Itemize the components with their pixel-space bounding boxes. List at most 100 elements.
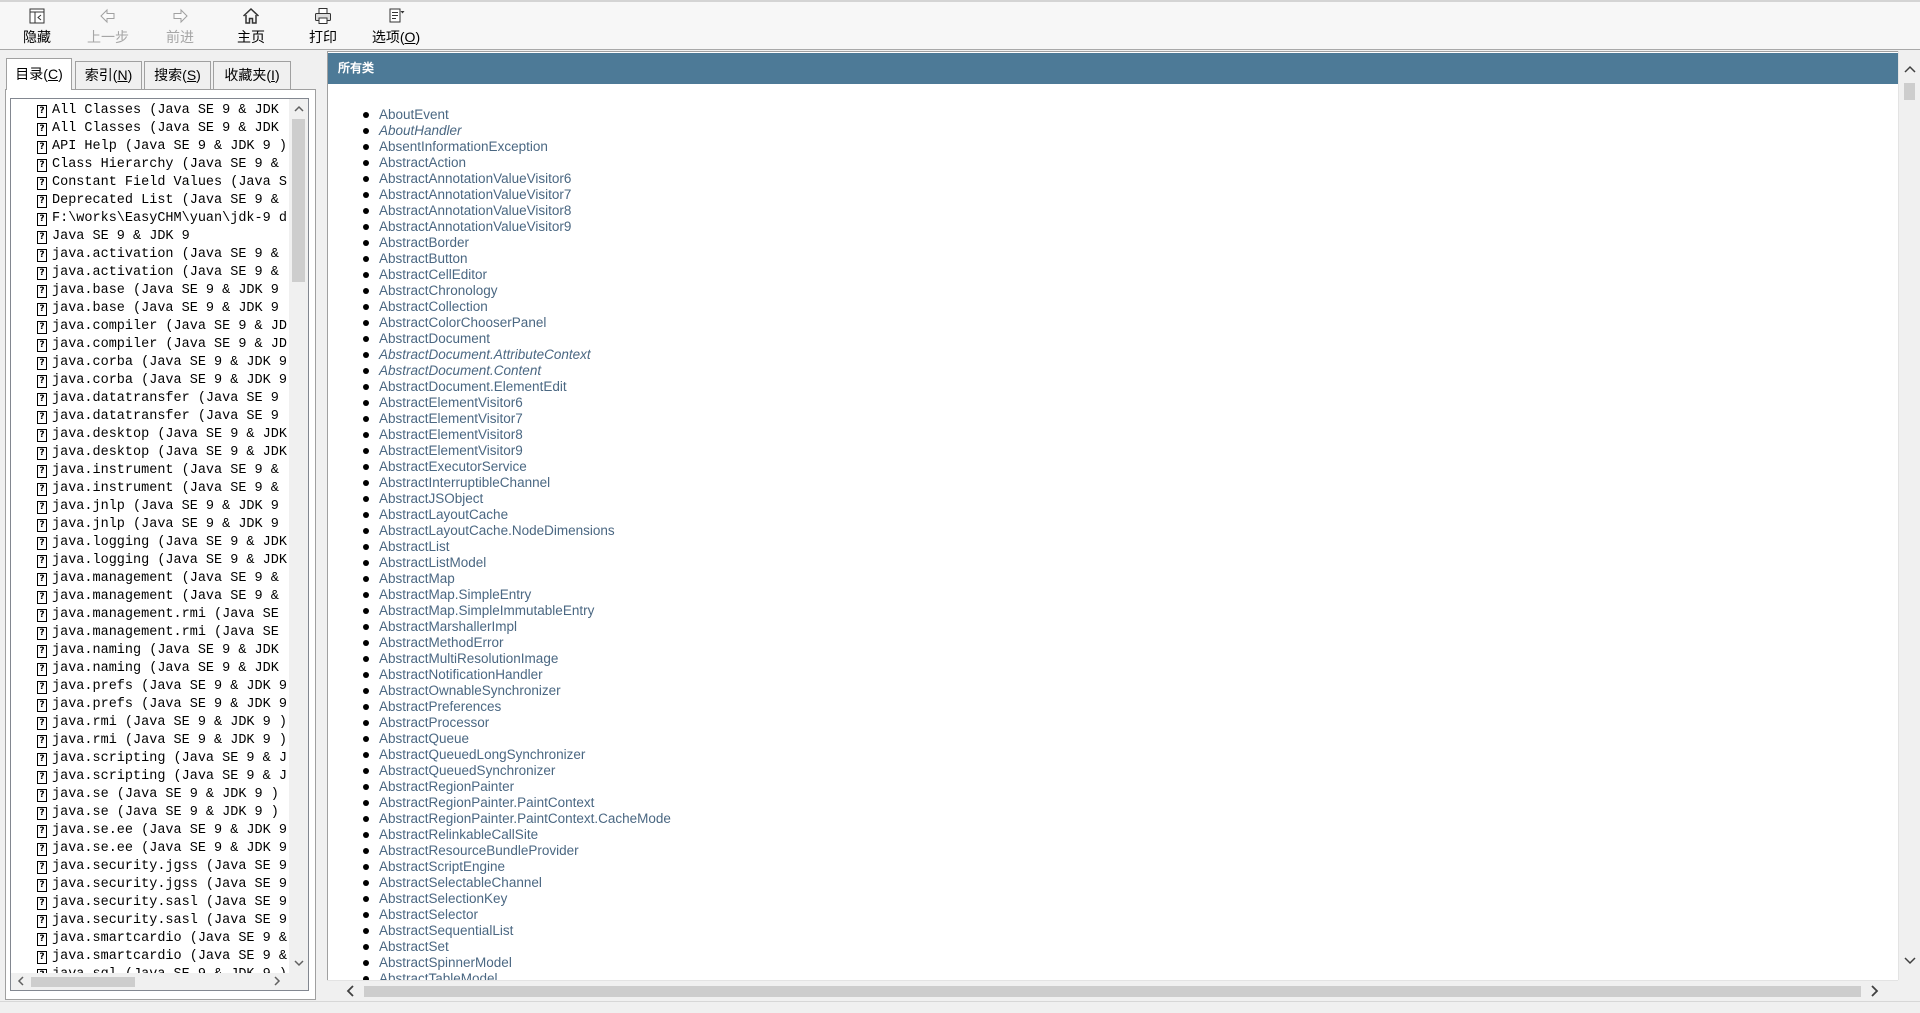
class-link[interactable]: AbstractButton (379, 251, 468, 266)
toc-item[interactable]: ? java.scripting (Java SE 9 & J (11, 768, 289, 786)
hide-button[interactable]: 隐藏 (4, 3, 70, 49)
class-link[interactable]: AbstractSequentialList (379, 923, 513, 938)
toc-item[interactable]: ? java.scripting (Java SE 9 & J (11, 750, 289, 768)
class-link[interactable]: AboutEvent (379, 107, 449, 122)
class-link[interactable]: AboutHandler (379, 123, 462, 138)
class-link[interactable]: AbstractRelinkableCallSite (379, 827, 538, 842)
class-link[interactable]: AbstractExecutorService (379, 459, 527, 474)
toc-item[interactable]: ? java.desktop (Java SE 9 & JDK (11, 444, 289, 462)
class-link[interactable]: AbstractList (379, 539, 450, 554)
class-link[interactable]: AbstractTableModel (379, 971, 498, 980)
toc-item[interactable]: ? java.management.rmi (Java SE (11, 624, 289, 642)
class-link[interactable]: AbstractElementVisitor8 (379, 427, 523, 442)
class-link[interactable]: AbstractMarshallerImpl (379, 619, 517, 634)
toc-item[interactable]: ? java.security.sasl (Java SE 9 (11, 894, 289, 912)
tab-index[interactable]: 索引(N) (75, 61, 142, 89)
toc-item[interactable]: ? Class Hierarchy (Java SE 9 & (11, 156, 289, 174)
class-link[interactable]: AbstractDocument.ElementEdit (379, 379, 567, 394)
toc-item[interactable]: ? java.datatransfer (Java SE 9 (11, 408, 289, 426)
toc-scroll-left-button[interactable] (13, 973, 29, 989)
class-link[interactable]: AbstractSelectionKey (379, 891, 507, 906)
toc-item[interactable]: ? java.rmi (Java SE 9 & JDK 9 ) (11, 732, 289, 750)
class-link[interactable]: AbstractScriptEngine (379, 859, 505, 874)
toc-horizontal-scrollbar[interactable] (11, 973, 289, 990)
toc-item[interactable]: ? Deprecated List (Java SE 9 & (11, 192, 289, 210)
toc-scroll-thumb[interactable] (292, 119, 305, 282)
class-link[interactable]: AbstractAnnotationValueVisitor9 (379, 219, 571, 234)
toc-item[interactable]: ? java.se.ee (Java SE 9 & JDK 9 (11, 840, 289, 858)
class-link[interactable]: AbstractQueuedSynchronizer (379, 763, 555, 778)
class-link[interactable]: AbstractMethodError (379, 635, 504, 650)
toc-item[interactable]: ? java.naming (Java SE 9 & JDK (11, 660, 289, 678)
toc-item[interactable]: ? java.jnlp (Java SE 9 & JDK 9 (11, 498, 289, 516)
content-scroll-down-button[interactable] (1902, 952, 1918, 968)
toc-item[interactable]: ? java.base (Java SE 9 & JDK 9 (11, 282, 289, 300)
print-button[interactable]: 打印 (290, 3, 356, 49)
class-link[interactable]: AbstractNotificationHandler (379, 667, 543, 682)
toc-item[interactable]: ? java.management (Java SE 9 & (11, 588, 289, 606)
toc-item[interactable]: ? API Help (Java SE 9 & JDK 9 ) (11, 138, 289, 156)
toc-item[interactable]: ? java.smartcardio (Java SE 9 & (11, 948, 289, 966)
toc-item[interactable]: ? java.corba (Java SE 9 & JDK 9 (11, 354, 289, 372)
toc-item[interactable]: ? Java SE 9 & JDK 9 (11, 228, 289, 246)
toc-item[interactable]: ? All Classes (Java SE 9 & JDK (11, 120, 289, 138)
toc-scroll-up-button[interactable] (291, 101, 307, 117)
class-link[interactable]: AbstractResourceBundleProvider (379, 843, 579, 858)
toc-item[interactable]: ? java.prefs (Java SE 9 & JDK 9 (11, 678, 289, 696)
toc-item[interactable]: ? java.base (Java SE 9 & JDK 9 (11, 300, 289, 318)
toc-item[interactable]: ? java.desktop (Java SE 9 & JDK (11, 426, 289, 444)
content-horizontal-scrollbar[interactable] (327, 980, 1898, 1001)
toc-scroll-right-button[interactable] (269, 973, 285, 989)
toc-item[interactable]: ? java.compiler (Java SE 9 & JD (11, 318, 289, 336)
class-link[interactable]: AbstractSelector (379, 907, 478, 922)
class-link[interactable]: AbstractOwnableSynchronizer (379, 683, 561, 698)
class-link[interactable]: AbstractLayoutCache (379, 507, 508, 522)
class-link[interactable]: AbstractCellEditor (379, 267, 487, 282)
toc-item[interactable]: ? java.management (Java SE 9 & (11, 570, 289, 588)
class-link[interactable]: AbstractQueue (379, 731, 469, 746)
toc-item[interactable]: ? Constant Field Values (Java S (11, 174, 289, 192)
class-link[interactable]: AbstractElementVisitor9 (379, 443, 523, 458)
class-link[interactable]: AbstractProcessor (379, 715, 489, 730)
class-link[interactable]: AbstractJSObject (379, 491, 483, 506)
class-link[interactable]: AbstractBorder (379, 235, 469, 250)
toc-item[interactable]: ? java.se (Java SE 9 & JDK 9 ) (11, 804, 289, 822)
tab-search[interactable]: 搜索(S) (144, 61, 211, 89)
class-link[interactable]: AbstractAnnotationValueVisitor8 (379, 203, 571, 218)
toc-item[interactable]: ? java.prefs (Java SE 9 & JDK 9 (11, 696, 289, 714)
toc-item[interactable]: ? java.corba (Java SE 9 & JDK 9 (11, 372, 289, 390)
class-link[interactable]: AbstractAnnotationValueVisitor7 (379, 187, 571, 202)
toc-item[interactable]: ? java.jnlp (Java SE 9 & JDK 9 (11, 516, 289, 534)
class-link[interactable]: AbstractDocument.Content (379, 363, 541, 378)
content-vertical-scrollbar[interactable] (1898, 51, 1920, 980)
class-link[interactable]: AbstractColorChooserPanel (379, 315, 546, 330)
class-link[interactable]: AbstractChronology (379, 283, 498, 298)
toc-item[interactable]: ? java.management.rmi (Java SE (11, 606, 289, 624)
toc-item[interactable]: ? java.smartcardio (Java SE 9 & (11, 930, 289, 948)
toc-item[interactable]: ? java.rmi (Java SE 9 & JDK 9 ) (11, 714, 289, 732)
toc-item[interactable]: ? java.activation (Java SE 9 & (11, 246, 289, 264)
toc-scroll-down-button[interactable] (291, 955, 307, 971)
content-scroll-left-button[interactable] (343, 983, 359, 999)
toc-item[interactable]: ? java.se.ee (Java SE 9 & JDK 9 (11, 822, 289, 840)
back-button[interactable]: 上一步 (75, 3, 141, 49)
toc-item[interactable]: ? java.instrument (Java SE 9 & (11, 480, 289, 498)
toc-item[interactable]: ? java.se (Java SE 9 & JDK 9 ) (11, 786, 289, 804)
class-link[interactable]: AbstractDocument.AttributeContext (379, 347, 591, 362)
class-link[interactable]: AbstractMap (379, 571, 455, 586)
class-link[interactable]: AbstractRegionPainter.PaintContext.Cache… (379, 811, 671, 826)
toc-item[interactable]: ? java.security.jgss (Java SE 9 (11, 876, 289, 894)
class-link[interactable]: AbstractAnnotationValueVisitor6 (379, 171, 571, 186)
home-button[interactable]: 主页 (218, 3, 284, 49)
toc-item[interactable]: ? java.naming (Java SE 9 & JDK (11, 642, 289, 660)
tab-favorites[interactable]: 收藏夹(I) (213, 61, 291, 89)
content-hscroll-thumb[interactable] (364, 986, 1861, 997)
toc-item[interactable]: ? java.activation (Java SE 9 & (11, 264, 289, 282)
class-link[interactable]: AbstractRegionPainter (379, 779, 514, 794)
options-button[interactable]: 选项(O) (361, 3, 431, 49)
class-link[interactable]: AbstractListModel (379, 555, 486, 570)
toc-item[interactable]: ? java.instrument (Java SE 9 & (11, 462, 289, 480)
class-link[interactable]: AbstractSet (379, 939, 449, 954)
class-link[interactable]: AbstractSelectableChannel (379, 875, 542, 890)
class-link[interactable]: AbstractSpinnerModel (379, 955, 512, 970)
